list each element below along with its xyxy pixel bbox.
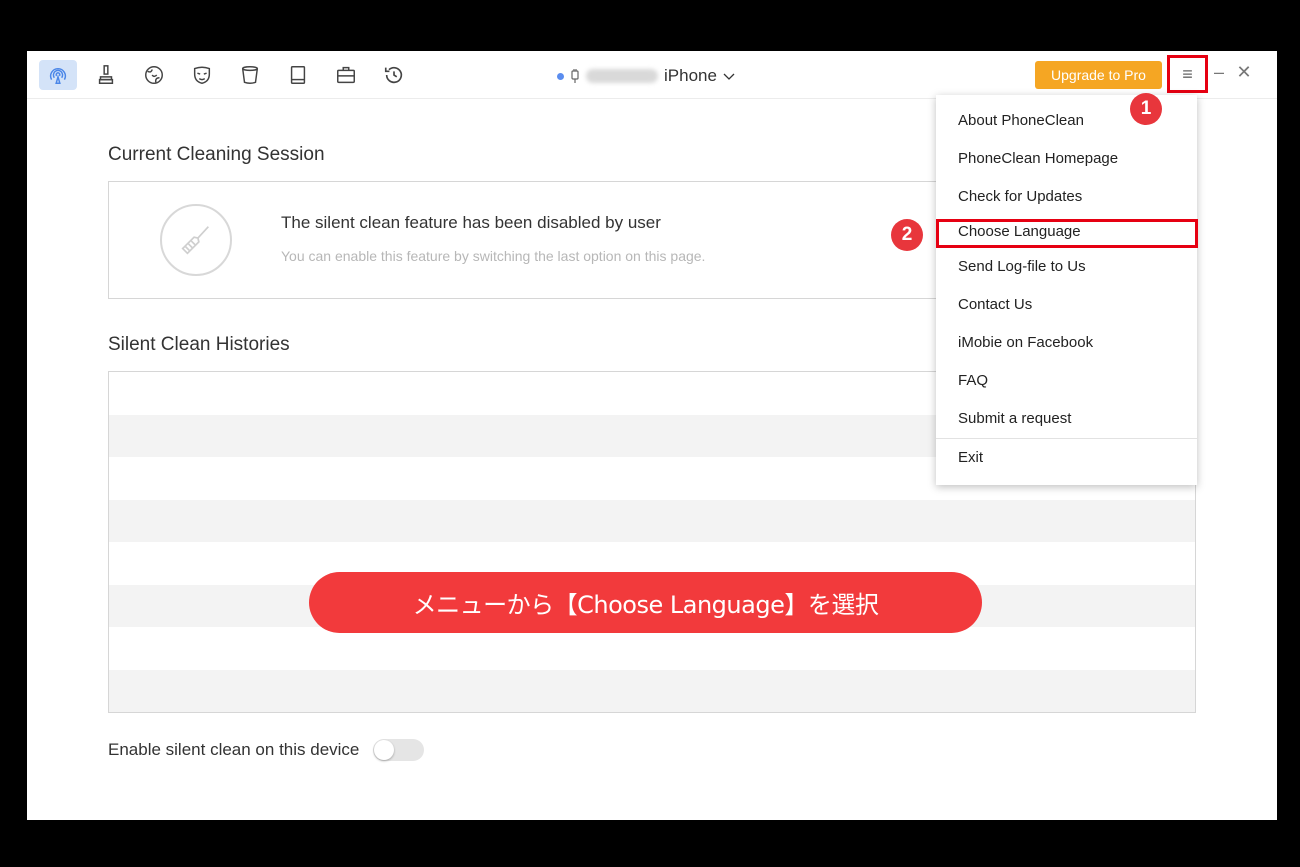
system-clean-tab[interactable] [231,60,269,90]
usb-plug-icon [571,69,579,83]
table-row [109,669,1195,712]
menu-button[interactable]: ≡ [1167,55,1208,93]
phoneclean-window: iPhone Upgrade to Pro ≡ – ✕ Current Clea… [27,51,1277,820]
silent-clean-tab[interactable] [39,60,77,90]
toolbox-tab[interactable] [327,60,365,90]
minimize-button[interactable]: – [1210,59,1228,85]
hamburger-icon: ≡ [1182,63,1193,84]
menu-item-facebook[interactable]: iMobie on Facebook [958,334,1093,351]
device-name: iPhone [664,66,717,85]
main-menu-dropdown: About PhoneClean PhoneClean Homepage Che… [936,95,1198,485]
menu-item-check-updates[interactable]: Check for Updates [958,188,1082,205]
table-row [109,627,1195,670]
quick-clean-tab[interactable] [87,60,125,90]
menu-item-contact[interactable]: Contact Us [958,296,1032,313]
toolbox-icon [337,66,355,84]
enable-silent-clean-toggle[interactable] [373,739,424,761]
table-row [109,499,1195,542]
step-2-badge: 2 [891,219,923,251]
chevron-down-icon [723,73,735,80]
enable-silent-clean-label: Enable silent clean on this device [108,740,360,759]
choose-language-highlight [936,219,1198,248]
book-icon [290,66,306,84]
internet-clean-tab[interactable] [135,60,173,90]
menu-item-homepage[interactable]: PhoneClean Homepage [958,150,1118,167]
privacy-clean-tab[interactable] [183,60,221,90]
device-selector[interactable]: iPhone [557,65,735,87]
history-icon [384,66,403,84]
privacy-clean-icon [193,66,211,85]
internet-clean-icon [145,66,163,84]
device-owner-blurred [586,69,658,83]
session-status-text: The silent clean feature has been disabl… [281,213,661,232]
broom-icon [181,226,209,255]
book-tab[interactable] [279,60,317,90]
step-1-badge: 1 [1130,93,1162,125]
system-clean-icon [241,66,259,84]
menu-item-about[interactable]: About PhoneClean [958,112,1084,129]
close-button[interactable]: ✕ [1234,59,1254,85]
quick-clean-icon [98,65,114,84]
menu-item-exit[interactable]: Exit [958,449,983,466]
instruction-banner: メニューから【Choose Language】を選択 [309,572,982,633]
histories-title: Silent Clean Histories [108,334,290,355]
minimize-icon: – [1213,61,1224,82]
menu-divider [936,438,1197,439]
history-tab[interactable] [375,60,413,90]
upgrade-button[interactable]: Upgrade to Pro [1035,61,1162,89]
connection-dot [557,72,564,80]
broom-badge [160,204,232,276]
current-session-title: Current Cleaning Session [108,144,325,165]
silent-clean-icon [49,67,67,84]
session-hint-text: You can enable this feature by switching… [281,248,706,264]
toolbar: iPhone Upgrade to Pro ≡ – ✕ [27,51,1277,99]
menu-item-send-log[interactable]: Send Log-file to Us [958,258,1086,275]
menu-item-submit-request[interactable]: Submit a request [958,410,1071,427]
close-icon: ✕ [1236,61,1252,82]
toggle-knob [374,740,394,760]
menu-item-faq[interactable]: FAQ [958,372,988,389]
